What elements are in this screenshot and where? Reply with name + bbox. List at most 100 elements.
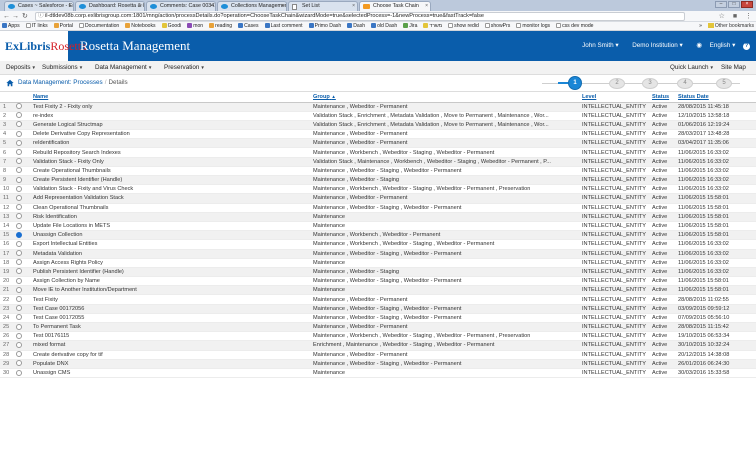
row-select-radio[interactable] bbox=[16, 167, 22, 174]
row-select-radio[interactable] bbox=[16, 323, 22, 330]
browser-tab[interactable]: Collections Management × bbox=[217, 1, 287, 11]
bookmark-item[interactable]: Cases bbox=[238, 22, 259, 30]
column-header-level[interactable]: Level bbox=[580, 93, 650, 103]
table-row[interactable]: 20 Assign Collection by Name Maintenance ,… bbox=[0, 276, 756, 287]
table-row[interactable]: 22 Test Fixity Maintenance , Webeditor - P… bbox=[0, 294, 756, 305]
table-row[interactable]: 6 Rebuild Repository Search Indexes Mainte… bbox=[0, 147, 756, 158]
bookmark-item[interactable]: showPrs bbox=[484, 22, 510, 30]
bookmark-item[interactable]: Dash bbox=[347, 22, 365, 30]
row-select-radio[interactable] bbox=[16, 139, 22, 146]
bookmark-item[interactable]: old Dash bbox=[371, 22, 397, 30]
breadcrumb-processes-link[interactable]: Data Management: Processes bbox=[18, 79, 103, 86]
row-select-radio[interactable] bbox=[16, 314, 22, 321]
exlibris-logo[interactable]: ExLibrisRosetta bbox=[5, 39, 86, 54]
wizard-step-5[interactable]: 5 bbox=[716, 78, 732, 89]
close-window-icon[interactable]: × bbox=[741, 1, 753, 8]
wizard-step-3[interactable]: 3 bbox=[642, 78, 658, 89]
close-tab-icon[interactable]: × bbox=[352, 2, 355, 11]
row-select-radio[interactable] bbox=[16, 121, 22, 128]
bookmark-item[interactable]: mon bbox=[187, 22, 203, 30]
row-select-radio[interactable] bbox=[16, 341, 22, 348]
table-row[interactable]: 2 re-index Validation Stack , Enrichment ,… bbox=[0, 111, 756, 121]
bookmark-item[interactable]: IT links bbox=[25, 22, 48, 30]
bookmark-item[interactable]: Documentation bbox=[78, 22, 119, 30]
quick-launch-menu[interactable]: Quick Launch▼ bbox=[670, 61, 714, 74]
bookmark-item[interactable]: show redid bbox=[448, 22, 479, 30]
row-select-radio[interactable] bbox=[16, 130, 22, 137]
table-row[interactable]: 8 Create Operational Thumbnails Maintenanc… bbox=[0, 166, 756, 177]
institution-menu[interactable]: Demo Institution ▾ bbox=[626, 42, 682, 49]
bookmark-item[interactable]: Apps bbox=[2, 22, 20, 30]
row-select-radio[interactable] bbox=[16, 286, 22, 293]
menu-icon[interactable]: ⋮ bbox=[745, 13, 752, 20]
table-row[interactable]: 26 Test 00176115 Maintenance , Workbench ,… bbox=[0, 331, 756, 342]
row-select-radio[interactable] bbox=[16, 112, 22, 119]
column-header-name[interactable]: Name bbox=[31, 93, 311, 103]
bookmark-item[interactable]: Portal bbox=[53, 22, 73, 30]
table-row[interactable]: 23 Test Case 00172056 Maintenance , Webedi… bbox=[0, 304, 756, 314]
row-select-radio[interactable] bbox=[16, 185, 22, 192]
bookmark-item[interactable]: css dev mode bbox=[556, 22, 594, 30]
column-header-status-date[interactable]: Status Date bbox=[676, 93, 756, 103]
row-select-radio[interactable] bbox=[16, 259, 22, 266]
close-tab-icon[interactable]: × bbox=[425, 2, 428, 11]
table-row[interactable]: 1 Test Fixity 2 - Fixity only Maintenance … bbox=[0, 102, 756, 112]
row-select-radio[interactable] bbox=[16, 149, 22, 156]
row-select-radio[interactable] bbox=[16, 240, 22, 247]
menu-deposits[interactable]: Deposits▼ bbox=[6, 61, 36, 74]
language-menu[interactable]: ◉ English ▾ bbox=[690, 42, 735, 49]
row-select-radio[interactable] bbox=[16, 369, 22, 376]
browser-tab[interactable]: Set List × bbox=[288, 1, 358, 11]
table-row[interactable]: 28 Create derivative copy for tif Maintena… bbox=[0, 350, 756, 360]
row-select-radio[interactable] bbox=[16, 213, 22, 220]
close-tab-icon[interactable]: × bbox=[68, 2, 71, 11]
bookmark-item[interactable]: Last comment bbox=[264, 22, 303, 30]
close-tab-icon[interactable]: × bbox=[281, 2, 284, 11]
table-row[interactable]: 12 Clean Operational Thumbnails Maintenanc… bbox=[0, 203, 756, 213]
table-row[interactable]: 11 Add Representation Validation Stack Mai… bbox=[0, 193, 756, 204]
table-row[interactable]: 25 To Permanent Task Maintenance , Webedit… bbox=[0, 322, 756, 333]
table-row[interactable]: 13 Risk Identification Maintenance INTELLEC… bbox=[0, 212, 756, 222]
minimize-icon[interactable]: – bbox=[715, 1, 727, 8]
row-select-radio[interactable] bbox=[16, 351, 22, 358]
bookmark-item[interactable]: monitor logs bbox=[516, 22, 550, 30]
back-arrow-icon[interactable]: ← bbox=[3, 12, 10, 21]
table-row[interactable]: 7 Validation Stack - Fixity Only Validatio… bbox=[0, 157, 756, 167]
bookmark-item[interactable]: Goodi bbox=[161, 22, 181, 30]
close-tab-icon[interactable]: × bbox=[210, 2, 213, 11]
table-row[interactable]: 10 Validation Stack - Fixity and Virus Ch… bbox=[0, 184, 756, 195]
close-tab-icon[interactable]: × bbox=[139, 2, 142, 11]
extension-icon[interactable]: ■ bbox=[733, 13, 737, 20]
table-row[interactable]: 5 reIdentification Maintenance , Webeditor… bbox=[0, 138, 756, 149]
star-icon[interactable]: ☆ bbox=[719, 13, 725, 20]
table-row[interactable]: 3 Generate Logical Structmap Validation St… bbox=[0, 120, 756, 131]
reload-icon[interactable]: ↻ bbox=[22, 12, 28, 21]
more-bookmarks-button[interactable]: » bbox=[699, 22, 702, 30]
row-select-radio[interactable] bbox=[16, 158, 22, 165]
other-bookmarks-folder[interactable]: Other bookmarks bbox=[707, 22, 754, 30]
maximize-icon[interactable]: □ bbox=[728, 1, 740, 8]
user-menu[interactable]: John Smith ▾ bbox=[576, 42, 618, 49]
table-row[interactable]: 27 mixed format Enrichment , Maintenance ,… bbox=[0, 340, 756, 351]
browser-tab[interactable]: Comments: Case 00341 × bbox=[146, 1, 216, 11]
bookmark-item[interactable]: Primo Dash bbox=[308, 22, 341, 30]
browser-tab[interactable]: Choose Task Chain × bbox=[359, 1, 431, 11]
site-map-link[interactable]: Site Map bbox=[721, 61, 746, 74]
row-select-radio[interactable] bbox=[16, 305, 22, 312]
info-icon[interactable]: ⓘ bbox=[38, 13, 44, 20]
row-select-radio[interactable] bbox=[16, 176, 22, 183]
table-row[interactable]: 21 Move IE to Another Institution/Departm… bbox=[0, 285, 756, 296]
row-select-radio[interactable] bbox=[16, 332, 22, 339]
row-select-radio[interactable] bbox=[16, 204, 22, 211]
bookmark-item[interactable]: Jira bbox=[403, 22, 417, 30]
row-select-radio[interactable] bbox=[16, 194, 22, 201]
table-row[interactable]: 16 Export Intellectual Entities Maintenanc… bbox=[0, 239, 756, 250]
bookmark-item[interactable]: משרד bbox=[423, 22, 442, 30]
row-select-radio[interactable] bbox=[16, 250, 22, 257]
column-header-status[interactable]: Status bbox=[650, 93, 676, 103]
help-icon[interactable]: ? bbox=[743, 43, 750, 50]
bookmark-item[interactable]: Notebooks bbox=[125, 22, 156, 30]
table-row[interactable]: 15 Unassign Collection Maintenance , Workb… bbox=[0, 230, 756, 241]
row-select-radio[interactable] bbox=[16, 360, 22, 367]
wizard-step-2[interactable]: 2 bbox=[609, 78, 625, 89]
